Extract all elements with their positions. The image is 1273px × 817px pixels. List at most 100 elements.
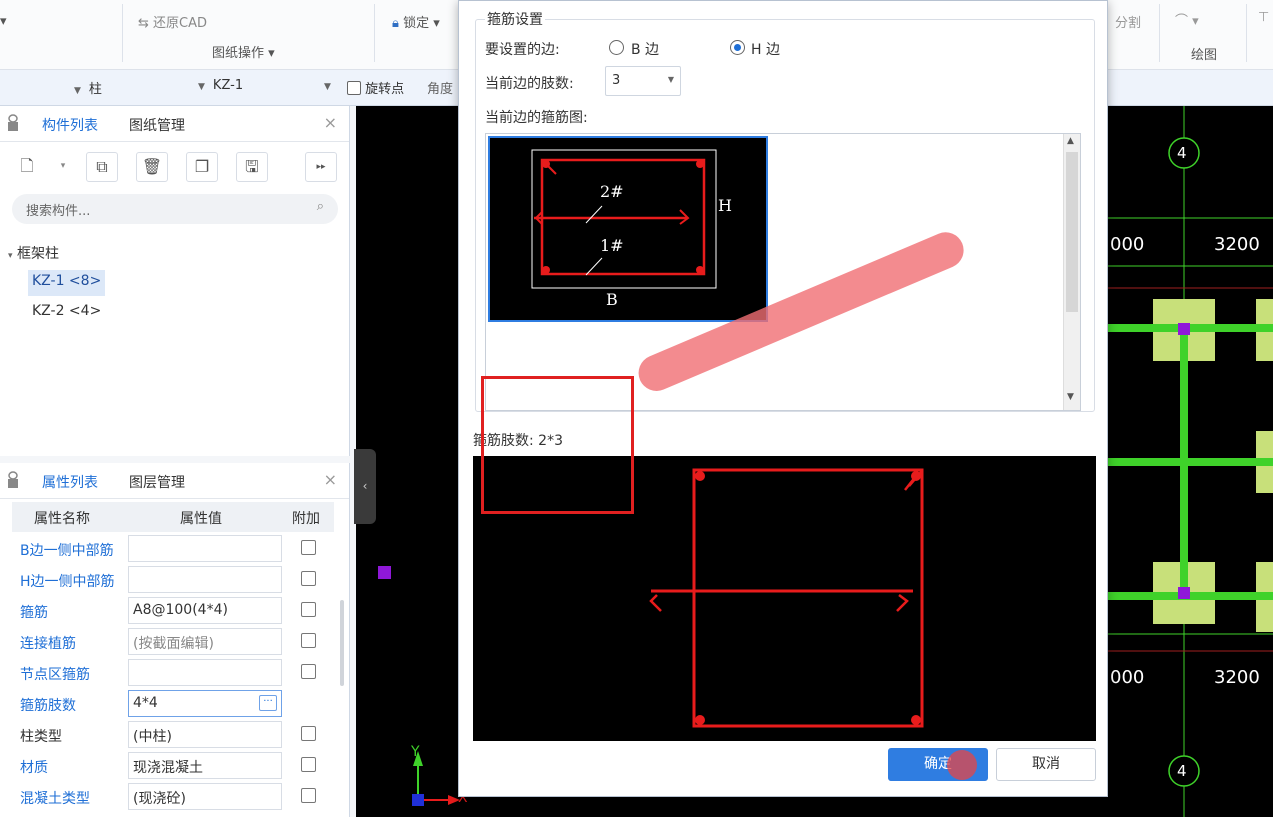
stirrup-thumbnail-selected[interactable]: 2# 1# H B [488, 136, 768, 322]
table-row: 柱类型 (中柱) [12, 719, 334, 750]
dimension-text: 000 [1110, 234, 1145, 255]
layer-copy-icon[interactable]: ❐ [186, 152, 218, 182]
tree-root-frame-column[interactable]: ▾ 框架柱 [8, 243, 59, 263]
property-name: 连接植筋 [20, 636, 76, 652]
axis-label-bottom: 4 [1177, 762, 1187, 780]
leg-count-select[interactable]: 3 ▼ [605, 66, 681, 96]
stirrup-thumbnail-drawing [531, 149, 717, 289]
pin-icon[interactable] [8, 114, 18, 132]
lock-button[interactable]: 🔒︎ 锁定 ▾ [392, 12, 440, 31]
tree-item-kz2[interactable]: KZ-2 <4> [28, 300, 105, 326]
category-selector[interactable]: ▼ 柱 [66, 78, 102, 97]
lock-icon: 🔒︎ [392, 16, 399, 31]
more-icon[interactable]: ▸▸ [305, 152, 337, 182]
chevron-down-icon: ▼ [667, 75, 674, 84]
stirrup-mark-2: 2# [600, 182, 624, 201]
property-value-field[interactable] [128, 659, 282, 686]
radio-b-side-label[interactable]: B 边 [631, 39, 659, 59]
property-value-field[interactable]: (现浇砼) [128, 783, 282, 810]
chevron-down-icon: ▼ [74, 86, 81, 96]
tab-property-list[interactable]: 属性列表 [42, 472, 98, 492]
dimension-b-label: B [606, 290, 618, 309]
scroll-up-icon[interactable]: ▲ [1067, 136, 1074, 146]
property-value-field[interactable]: (中柱) [128, 721, 282, 748]
ribbon-dropdown-caret[interactable]: ▾ [0, 14, 7, 29]
radio-h-side[interactable] [730, 40, 745, 55]
scrollbar-thumb[interactable] [1066, 152, 1078, 312]
pin-icon[interactable] [8, 471, 18, 489]
close-icon[interactable]: × [324, 113, 337, 132]
current-diagram-label: 当前边的箍筋图: [485, 110, 588, 126]
property-scrollbar[interactable] [340, 600, 344, 686]
property-value-field[interactable]: A8@100(4*4) [128, 597, 282, 624]
scroll-down-icon[interactable]: ▼ [1067, 392, 1074, 402]
table-row: 混凝土类型 (现浇砼) [12, 781, 334, 812]
restore-cad-icon: ⇆ [138, 16, 149, 31]
tab-drawing-management[interactable]: 图纸管理 [129, 115, 185, 135]
chevron-down-icon[interactable]: ▼ [316, 78, 339, 93]
search-input[interactable]: 搜索构件... ⌕ [12, 194, 338, 224]
node-marker [1178, 323, 1190, 335]
property-name: 材质 [20, 760, 48, 776]
extra-checkbox[interactable] [301, 571, 316, 586]
component-selector[interactable]: ▼ KZ-1 [190, 78, 243, 93]
header-property-value: 属性值 [180, 511, 222, 527]
beam-shape [1180, 324, 1188, 600]
close-icon[interactable]: × [324, 470, 337, 489]
ribbon-separator [1159, 4, 1160, 62]
tab-layer-management[interactable]: 图层管理 [129, 472, 185, 492]
property-name: 节点区箍筋 [20, 667, 90, 683]
drawing-ops-group[interactable]: 图纸操作 ▾ [212, 42, 275, 61]
table-row: H边一侧中部筋 [12, 564, 334, 595]
table-row: 连接植筋 (按截面编辑) [12, 626, 334, 657]
extra-checkbox[interactable] [301, 726, 316, 741]
ribbon-separator [374, 4, 375, 62]
tree-item-kz1[interactable]: KZ-1 <8> [28, 270, 106, 296]
rotate-point-checkbox[interactable]: 旋转点 [347, 78, 404, 97]
thumbnail-scrollbar[interactable]: ▲ ▼ [1063, 134, 1080, 410]
side-label: 要设置的边: [485, 42, 560, 58]
tab-component-list[interactable]: 构件列表 [42, 115, 98, 135]
dimension-h-label: H [718, 196, 732, 215]
checkbox-box[interactable] [347, 81, 361, 95]
extra-checkbox[interactable] [301, 757, 316, 772]
extra-checkbox[interactable] [301, 540, 316, 555]
angle-label: 角度 [427, 82, 454, 97]
ellipsis-button-icon[interactable]: ··· [259, 695, 277, 711]
arc-tool-icon[interactable]: ⌒ ▾ [1175, 10, 1199, 29]
dimension-text: 3200 [1214, 667, 1260, 688]
filter-icon[interactable]: ⊤ [1258, 10, 1269, 25]
property-value-field[interactable]: 现浇混凝土 [128, 752, 282, 779]
axis-label-top: 4 [1177, 144, 1187, 162]
search-icon: ⌕ [316, 199, 324, 214]
stirrup-mark-1: 1# [600, 236, 624, 255]
annotation-highlight-rect [481, 376, 634, 514]
table-row: 节点区箍筋 [12, 657, 334, 688]
property-value-field[interactable]: (按截面编辑) [128, 628, 282, 655]
stirrup-thumbnail-list[interactable]: 2# 1# H B ▲ ▼ [485, 133, 1081, 411]
property-name: 柱类型 [20, 729, 62, 745]
extra-checkbox[interactable] [301, 788, 316, 803]
table-row: 箍筋肢数 4*4 ··· [12, 688, 334, 719]
extra-checkbox[interactable] [301, 664, 316, 679]
collapse-panel-handle[interactable]: ‹ [354, 449, 376, 524]
radio-h-side-label[interactable]: H 边 [751, 39, 780, 59]
ucs-y-label: Y [411, 744, 420, 760]
delete-icon[interactable]: 🗑︎ [136, 152, 168, 182]
extra-checkbox[interactable] [301, 633, 316, 648]
leg-count-label: 当前边的肢数: [485, 76, 574, 92]
split-button[interactable]: 分割 [1115, 12, 1141, 31]
new-component-icon[interactable]: 🗋︎ [12, 152, 42, 182]
radio-b-side[interactable] [609, 40, 624, 55]
chevron-down-icon: ▼ [198, 82, 205, 92]
cancel-button[interactable]: 取消 [996, 748, 1096, 781]
extra-checkbox[interactable] [301, 602, 316, 617]
chevron-down-icon[interactable]: ▾ [54, 152, 72, 182]
save-icon[interactable]: 🖫︎ [236, 152, 268, 182]
property-value-field-active[interactable]: 4*4 ··· [128, 690, 282, 717]
restore-cad-button[interactable]: ⇆ 还原CAD [138, 12, 207, 31]
copy-icon[interactable]: ⧉ [86, 152, 118, 182]
property-value-field[interactable] [128, 566, 282, 593]
property-value-field[interactable] [128, 535, 282, 562]
table-row: 材质 现浇混凝土 [12, 750, 334, 781]
